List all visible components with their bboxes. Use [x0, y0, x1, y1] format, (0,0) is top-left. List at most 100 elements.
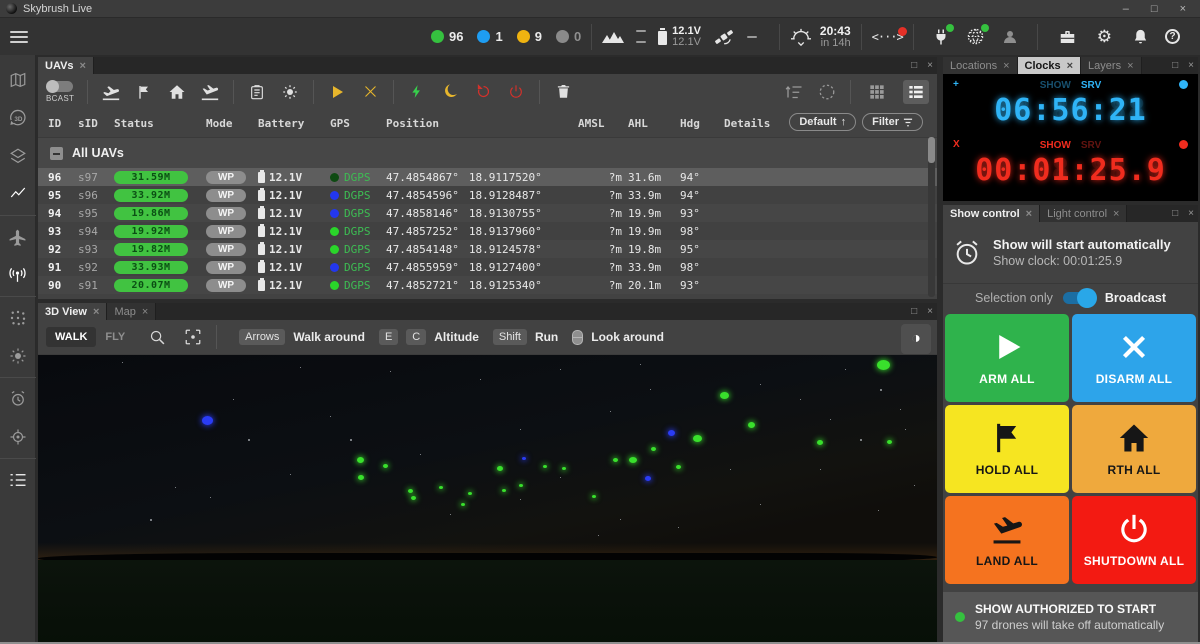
list-view-button[interactable]: [903, 80, 929, 104]
hamburger-menu-icon[interactable]: [10, 31, 28, 43]
float-panel-icon[interactable]: □: [1172, 60, 1178, 71]
rtk-status-icon[interactable]: <···>: [872, 30, 903, 44]
column-header-hdg[interactable]: Hdg: [680, 117, 724, 130]
three-d-scene[interactable]: [38, 355, 937, 642]
remove-button[interactable]: [553, 82, 573, 102]
rth-all-button[interactable]: RTH ALL: [1072, 405, 1196, 493]
altitude-display-icon[interactable]: [602, 29, 624, 45]
sidebar-item-3d-view[interactable]: 3D: [0, 99, 36, 137]
tab-locations[interactable]: Locations×: [943, 57, 1018, 74]
maximize-icon[interactable]: □: [1151, 0, 1158, 18]
notifications-bell-icon[interactable]: [1132, 28, 1149, 46]
close-icon[interactable]: ×: [1180, 0, 1186, 18]
return-home-button[interactable]: [167, 82, 187, 102]
shutdown-all-button[interactable]: SHUTDOWN ALL: [1072, 496, 1196, 584]
broadcast-toggle[interactable]: BCAST: [46, 81, 74, 103]
satellite-icon[interactable]: [713, 26, 735, 48]
tab-close-icon[interactable]: ×: [1127, 60, 1133, 72]
tab-uavs[interactable]: UAVs×: [38, 57, 94, 74]
selection-mode-button[interactable]: [817, 82, 837, 102]
sort-button[interactable]: [784, 82, 804, 102]
sidebar-item-locations[interactable]: [0, 418, 36, 456]
recenter-icon[interactable]: [180, 325, 206, 349]
tab-close-icon[interactable]: ×: [1113, 208, 1119, 220]
sleep-button[interactable]: [440, 82, 460, 102]
collapse-group-icon[interactable]: [50, 147, 63, 160]
sidebar-item-layers[interactable]: [0, 137, 36, 175]
battery-status[interactable]: 12.1V 12.1V: [658, 26, 701, 48]
walk-mode-button[interactable]: WALK: [46, 327, 96, 347]
power-off-button[interactable]: [506, 82, 526, 102]
column-header-status[interactable]: Status: [114, 117, 206, 130]
close-panel-icon[interactable]: ×: [1188, 60, 1194, 71]
uav-row-91[interactable]: 91s9233.93MWP12.1VDGPS47.4855959°18.9127…: [38, 258, 937, 276]
uav-row-93[interactable]: 93s9419.92MWP12.1VDGPS47.4857252°18.9137…: [38, 222, 937, 240]
sidebar-item-swarm[interactable]: [0, 299, 36, 337]
column-header-sid[interactable]: sID: [78, 117, 114, 130]
sidebar-item-flight[interactable]: [0, 218, 36, 256]
takeoff-button[interactable]: [101, 82, 121, 102]
grid-view-button[interactable]: [864, 80, 890, 104]
sidebar-item-light-control[interactable]: [0, 337, 36, 375]
show-start-info[interactable]: Show will start automatically Show clock…: [943, 222, 1198, 284]
tab-close-icon[interactable]: ×: [142, 306, 148, 318]
tab-show-control[interactable]: Show control×: [943, 205, 1040, 222]
hold-all-button[interactable]: HOLD ALL: [945, 405, 1069, 493]
column-header-ahl[interactable]: AHL: [628, 117, 680, 130]
fly-mode-button[interactable]: FLY: [96, 327, 134, 347]
column-header-position[interactable]: Position: [386, 117, 578, 130]
float-panel-icon[interactable]: □: [1172, 208, 1178, 219]
float-panel-icon[interactable]: □: [911, 60, 917, 71]
uav-row-94[interactable]: 94s9519.86MWP12.1VDGPS47.4858146°18.9130…: [38, 204, 937, 222]
uav-row-90[interactable]: 90s9120.07MWP12.1VDGPS47.4852721°18.9125…: [38, 276, 937, 294]
land-button[interactable]: [200, 82, 220, 102]
column-header-gps[interactable]: GPS: [330, 117, 386, 130]
tab-map[interactable]: Map×: [107, 303, 156, 320]
help-icon[interactable]: ?: [1165, 29, 1180, 44]
column-header-mode[interactable]: Mode: [206, 117, 258, 130]
wakeup-button[interactable]: [407, 82, 427, 102]
settings-gear-icon[interactable]: ⚙: [1097, 28, 1112, 45]
uav-row-96[interactable]: 96s9731.59MWP12.1VDGPS47.4854867°18.9117…: [38, 168, 937, 186]
tab-close-icon[interactable]: ×: [80, 60, 86, 72]
sidebar-item-charts[interactable]: [0, 175, 36, 213]
sidebar-item-rtk[interactable]: [0, 256, 36, 294]
disarm-all-button[interactable]: DISARM ALL: [1072, 314, 1196, 402]
arm-all-button[interactable]: ARM ALL: [945, 314, 1069, 402]
filter-chip[interactable]: Filter: [862, 113, 923, 131]
flash-lights-button[interactable]: [280, 82, 300, 102]
close-panel-icon[interactable]: ×: [927, 60, 933, 71]
uav-group-header[interactable]: All UAVs: [38, 137, 937, 168]
user-account-icon[interactable]: [1001, 28, 1019, 46]
uav-row-92[interactable]: 92s9319.82MWP12.1VDGPS47.4854148°18.9124…: [38, 240, 937, 258]
tab-clocks[interactable]: Clocks×: [1018, 57, 1082, 74]
close-panel-icon[interactable]: ×: [927, 306, 933, 317]
tab-close-icon[interactable]: ×: [1026, 208, 1032, 220]
column-header-battery[interactable]: Battery: [258, 117, 330, 130]
day-night-toggle[interactable]: ◑: [901, 324, 931, 354]
scrollbar-thumb[interactable]: [928, 137, 935, 163]
tab-3d-view[interactable]: 3D View×: [38, 303, 107, 320]
close-panel-icon[interactable]: ×: [1188, 208, 1194, 219]
uav-row-95[interactable]: 95s9633.92MWP12.1VDGPS47.4854596°18.9128…: [38, 186, 937, 204]
land-all-button[interactable]: LAND ALL: [945, 496, 1069, 584]
tab-close-icon[interactable]: ×: [93, 306, 99, 318]
tab-close-icon[interactable]: ×: [1067, 60, 1073, 72]
toolbox-icon[interactable]: [1058, 28, 1077, 46]
sidebar-item-clocks[interactable]: [0, 380, 36, 418]
column-header-amsl[interactable]: AMSL: [578, 117, 628, 130]
sidebar-item-map[interactable]: [0, 61, 36, 99]
disarm-stop-button[interactable]: [360, 82, 380, 102]
zoom-icon[interactable]: [144, 325, 170, 349]
tab-layers[interactable]: Layers×: [1081, 57, 1141, 74]
messages-button[interactable]: [247, 82, 267, 102]
tab-close-icon[interactable]: ×: [1003, 60, 1009, 72]
position-hold-button[interactable]: [134, 82, 154, 102]
uav-table-scrollbar[interactable]: [928, 137, 935, 297]
reboot-button[interactable]: [473, 82, 493, 102]
sort-preset-chip[interactable]: Default↑: [789, 113, 856, 131]
broadcast-switch[interactable]: [1063, 292, 1095, 304]
arm-start-button[interactable]: [327, 82, 347, 102]
tab-light-control[interactable]: Light control×: [1040, 205, 1127, 222]
minimize-icon[interactable]: –: [1123, 0, 1129, 18]
